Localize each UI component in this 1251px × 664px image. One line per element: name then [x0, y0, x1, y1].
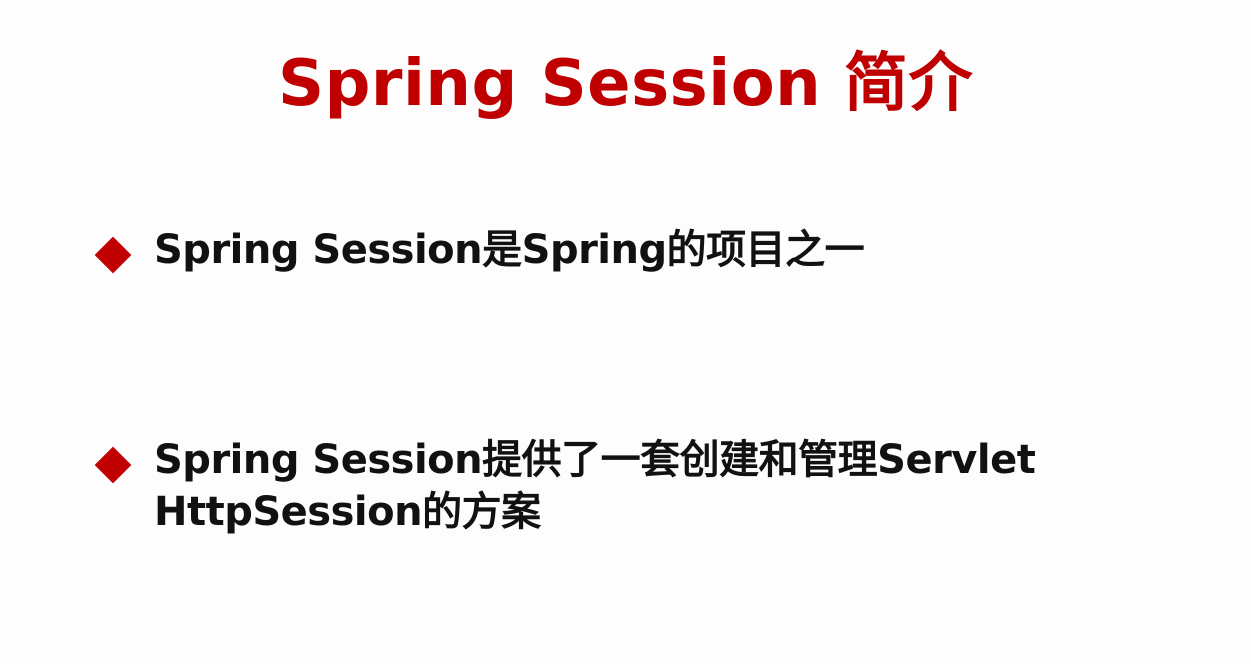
bullet-text: Spring Session提供了一套创建和管理Servlet HttpSess… — [154, 437, 1036, 535]
bullet-text: Spring Session是Spring的项目之一 — [154, 227, 865, 273]
bullet-item: Spring Session提供了一套创建和管理Servlet HttpSess… — [94, 434, 1214, 538]
bullet-item: Spring Session是Spring的项目之一 — [94, 224, 1214, 276]
slide: Spring Session 简介 Spring Session是Spring的… — [0, 0, 1251, 664]
diamond-icon — [94, 446, 132, 484]
slide-title: Spring Session 简介 — [278, 47, 973, 121]
diamond-icon — [94, 236, 132, 274]
